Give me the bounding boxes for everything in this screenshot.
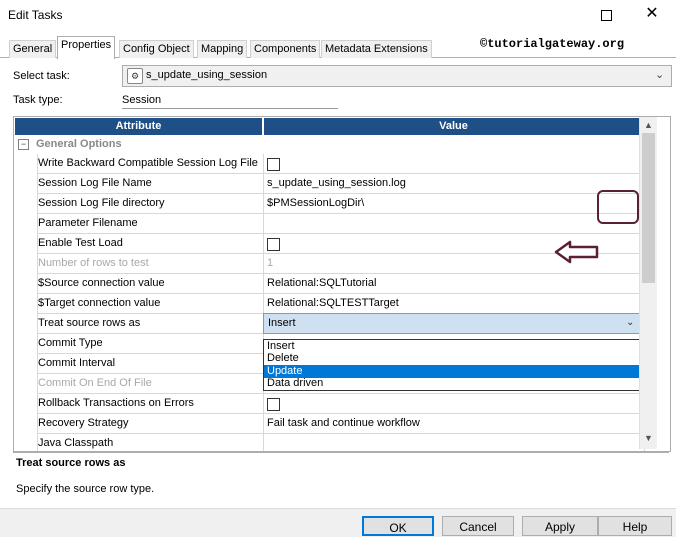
attribute-label: Write Backward Compatible Session Log Fi… xyxy=(38,157,258,169)
tab-components[interactable]: Components xyxy=(250,40,321,58)
help-button[interactable]: Help xyxy=(598,516,672,536)
table-row[interactable]: Enable Test Load xyxy=(14,234,644,254)
attribute-label: Session Log File Name xyxy=(38,177,152,189)
cell-divider xyxy=(263,174,264,194)
attribute-label: $Target connection value xyxy=(38,297,161,309)
attribute-label: Session Log File directory xyxy=(38,197,165,209)
group-row: − General Options xyxy=(14,136,654,154)
description-title: Treat source rows as xyxy=(16,457,126,469)
description-text: Specify the source row type. xyxy=(16,483,155,495)
combo-value: Insert xyxy=(268,317,296,329)
maximize-button[interactable] xyxy=(584,0,628,30)
maximize-icon xyxy=(600,10,612,21)
pointer-arrow-icon xyxy=(554,240,599,264)
cell-divider xyxy=(263,194,264,214)
tab-general[interactable]: General xyxy=(9,40,57,58)
grid-scrollbar[interactable]: ▲ ▼ xyxy=(639,117,657,449)
highlight-box xyxy=(597,190,639,224)
cell-divider xyxy=(263,414,264,434)
enable-test-load-checkbox[interactable] xyxy=(267,238,280,251)
watermark: ©tutorialgateway.org xyxy=(480,37,625,51)
window-title: Edit Tasks xyxy=(8,8,63,22)
treat-source-rows-combo[interactable]: Insert ⌄ xyxy=(263,313,645,334)
attribute-label: Rollback Transactions on Errors xyxy=(38,397,194,409)
write-backward-checkbox[interactable] xyxy=(267,158,280,171)
option-delete[interactable]: Delete xyxy=(264,352,644,365)
attribute-label: Commit On End Of File xyxy=(38,377,152,389)
table-row[interactable]: $Source connection value Relational:SQLT… xyxy=(14,274,644,294)
tab-properties[interactable]: Properties xyxy=(57,36,116,59)
column-header-value[interactable]: Value xyxy=(264,118,643,135)
attribute-value[interactable]: Fail task and continue workflow xyxy=(267,417,420,429)
tab-metadata-extensions[interactable]: Metadata Extensions xyxy=(321,40,432,58)
attribute-label: Parameter Filename xyxy=(38,217,138,229)
chevron-down-icon[interactable]: ⌄ xyxy=(626,317,634,328)
select-task-dropdown[interactable]: ⚙ s_update_using_session ⌄ xyxy=(122,65,672,87)
cell-divider xyxy=(263,274,264,294)
table-row[interactable]: Java Classpath xyxy=(14,434,644,451)
attribute-label: $Source connection value xyxy=(38,277,165,289)
attribute-value[interactable]: Relational:SQLTESTTarget xyxy=(267,297,399,309)
cell-divider xyxy=(263,254,264,274)
session-icon: ⚙ xyxy=(127,68,143,84)
scroll-down-icon[interactable]: ▼ xyxy=(640,431,657,445)
close-icon: ✕ xyxy=(645,5,659,22)
chevron-down-icon: ⌄ xyxy=(655,69,665,81)
attribute-label: Recovery Strategy xyxy=(38,417,129,429)
cell-divider xyxy=(263,294,264,314)
apply-button[interactable]: Apply xyxy=(522,516,598,536)
attribute-value[interactable]: Relational:SQLTutorial xyxy=(267,277,376,289)
table-row[interactable]: Parameter Filename xyxy=(14,214,644,234)
table-row[interactable]: Write Backward Compatible Session Log Fi… xyxy=(14,154,644,174)
table-row[interactable]: Session Log File directory $PMSessionLog… xyxy=(14,194,644,214)
title-bar xyxy=(0,0,676,30)
description-panel: Treat source rows as Specify the source … xyxy=(13,452,669,501)
selected-task-value: s_update_using_session xyxy=(146,69,268,81)
table-row: Number of rows to test 1 xyxy=(14,254,644,274)
tab-config-object[interactable]: Config Object xyxy=(119,40,194,58)
cell-divider xyxy=(263,234,264,254)
ok-button[interactable]: OK xyxy=(362,516,434,536)
attribute-label: Commit Type xyxy=(38,337,103,349)
attribute-label: Java Classpath xyxy=(38,437,114,449)
scroll-thumb[interactable] xyxy=(642,133,655,283)
table-row[interactable]: Recovery Strategy Fail task and continue… xyxy=(14,414,644,434)
attribute-value[interactable]: $PMSessionLogDir\ xyxy=(267,197,364,209)
table-row[interactable]: Rollback Transactions on Errors xyxy=(14,394,644,414)
close-button[interactable]: ✕ xyxy=(630,0,674,30)
task-type-underline xyxy=(122,108,338,109)
attribute-label: Enable Test Load xyxy=(38,237,123,249)
cell-divider xyxy=(263,394,264,414)
select-task-label: Select task: xyxy=(13,70,70,82)
attribute-label: Commit Interval xyxy=(38,357,116,369)
attribute-value[interactable]: s_update_using_session.log xyxy=(267,177,406,189)
task-type-value: Session xyxy=(122,94,162,106)
attribute-label: Treat source rows as xyxy=(38,317,141,329)
rollback-checkbox[interactable] xyxy=(267,398,280,411)
attribute-value: 1 xyxy=(267,257,274,269)
tab-mapping[interactable]: Mapping xyxy=(197,40,248,58)
attribute-label: Number of rows to test xyxy=(38,257,149,269)
task-type-label: Task type: xyxy=(13,94,63,106)
scroll-up-icon[interactable]: ▲ xyxy=(640,118,657,132)
table-row[interactable]: Session Log File Name s_update_using_ses… xyxy=(14,174,644,194)
column-header-attribute[interactable]: Attribute xyxy=(15,118,262,135)
cell-divider xyxy=(263,214,264,234)
cell-divider xyxy=(263,434,264,451)
table-row[interactable]: $Target connection value Relational:SQLT… xyxy=(14,294,644,314)
properties-grid: Attribute Value − General Options Write … xyxy=(13,116,671,452)
option-data-driven[interactable]: Data driven xyxy=(264,377,644,390)
treat-source-rows-options: Insert Delete Update Data driven xyxy=(263,339,645,391)
collapse-icon[interactable]: − xyxy=(18,139,29,150)
group-label: General Options xyxy=(36,138,122,150)
cell-divider xyxy=(263,154,264,174)
cancel-button[interactable]: Cancel xyxy=(442,516,514,536)
